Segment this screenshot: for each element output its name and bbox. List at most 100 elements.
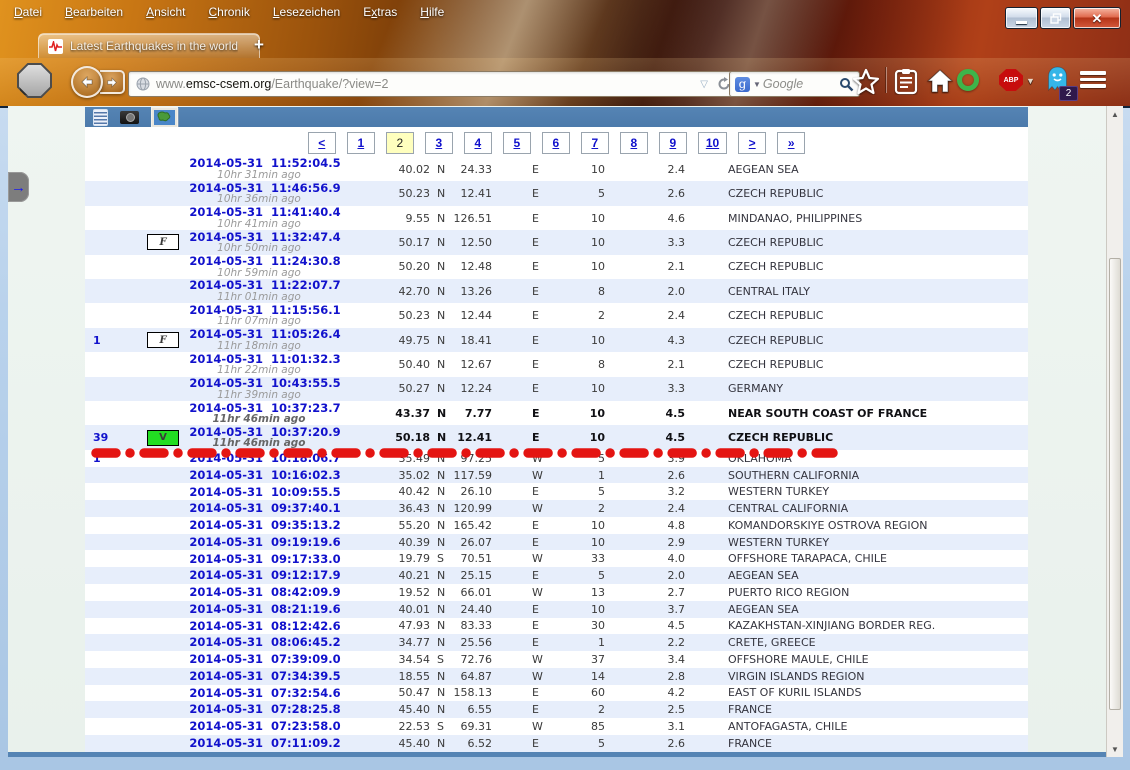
tab-latest-earthquakes[interactable]: Latest Earthquakes in the world (38, 33, 260, 58)
comments-count-link[interactable] (93, 584, 133, 601)
scrollbar-thumb[interactable] (1109, 258, 1121, 710)
menu-bearbeiten[interactable]: Bearbeiten (65, 5, 123, 19)
comments-count-link[interactable] (93, 517, 133, 534)
comments-count-link[interactable] (93, 701, 133, 718)
comments-count-link[interactable] (93, 230, 133, 254)
adblock-plus-icon[interactable]: ABP (999, 69, 1023, 91)
page-last[interactable]: » (777, 132, 805, 154)
abp-dropdown-icon[interactable]: ▼ (1026, 76, 1035, 86)
page-2[interactable]: 2 (386, 132, 414, 154)
comments-count-link[interactable] (93, 534, 133, 551)
event-datetime-link[interactable]: 2014-05-31 09:19:19.6 (180, 534, 350, 551)
menu-hilfe[interactable]: Hilfe (420, 5, 444, 19)
new-tab-button[interactable]: + (254, 35, 264, 55)
scroll-up-icon[interactable]: ▲ (1107, 106, 1123, 122)
event-datetime-link[interactable]: 2014-05-31 11:41:40.4 10hr 41min ago (180, 206, 350, 230)
flag-badge[interactable]: F (147, 234, 179, 250)
comments-count-link[interactable]: 39 (93, 425, 133, 449)
page-next[interactable]: > (738, 132, 766, 154)
event-datetime-link[interactable]: 2014-05-31 10:09:55.5 (180, 483, 350, 500)
page-6[interactable]: 6 (542, 132, 570, 154)
clipboard-icon[interactable] (894, 68, 918, 95)
event-datetime-link[interactable]: 2014-05-31 11:32:47.4 10hr 50min ago (180, 230, 350, 254)
comments-count-link[interactable] (93, 735, 133, 752)
menu-chronik[interactable]: Chronik (208, 5, 249, 19)
event-datetime-link[interactable]: 2014-05-31 11:24:30.8 10hr 59min ago (180, 255, 350, 279)
menu-lesezeichen[interactable]: Lesezeichen (273, 5, 340, 19)
event-datetime-link[interactable]: 2014-05-31 09:37:40.1 (180, 500, 350, 517)
event-datetime-link[interactable]: 2014-05-31 07:28:25.8 (180, 701, 350, 718)
comments-count-link[interactable] (93, 567, 133, 584)
page-5[interactable]: 5 (503, 132, 531, 154)
star-icon[interactable] (852, 68, 880, 95)
event-datetime-link[interactable]: 2014-05-31 11:05:26.4 11hr 18min ago (180, 328, 350, 352)
flag-badge[interactable]: F (147, 332, 179, 348)
comments-count-link[interactable] (93, 634, 133, 651)
comments-count-link[interactable] (93, 255, 133, 279)
event-datetime-link[interactable]: 2014-05-31 11:22:07.7 11hr 01min ago (180, 279, 350, 303)
minimize-button[interactable] (1005, 7, 1038, 29)
search-box[interactable]: g ▼ Google (729, 71, 860, 97)
comments-count-link[interactable] (93, 157, 133, 181)
comments-count-link[interactable] (93, 618, 133, 635)
comments-count-link[interactable] (93, 500, 133, 517)
event-datetime-link[interactable]: 2014-05-31 07:32:54.6 (180, 685, 350, 702)
event-datetime-link[interactable]: 2014-05-31 08:42:09.9 (180, 584, 350, 601)
comments-count-link[interactable] (93, 550, 133, 567)
page-4[interactable]: 4 (464, 132, 492, 154)
restore-button[interactable] (1040, 7, 1071, 29)
scroll-down-icon[interactable]: ▼ (1107, 741, 1123, 757)
comments-count-link[interactable] (93, 279, 133, 303)
comments-count-link[interactable] (93, 718, 133, 735)
comments-count-link[interactable] (93, 206, 133, 230)
comments-count-link[interactable] (93, 401, 133, 425)
search-input[interactable]: Google (763, 77, 839, 91)
page-10[interactable]: 10 (698, 132, 727, 154)
close-button[interactable]: ✕ (1073, 7, 1121, 29)
event-datetime-link[interactable]: 2014-05-31 10:37:20.9 11hr 46min ago (180, 425, 350, 449)
event-datetime-link[interactable]: 2014-05-31 09:35:13.2 (180, 517, 350, 534)
event-datetime-link[interactable]: 2014-05-31 11:01:32.3 11hr 22min ago (180, 352, 350, 376)
event-datetime-link[interactable]: 2014-05-31 07:39:09.0 (180, 651, 350, 668)
page-7[interactable]: 7 (581, 132, 609, 154)
event-datetime-link[interactable]: 2014-05-31 11:15:56.1 11hr 07min ago (180, 303, 350, 327)
url-dropdown-icon[interactable]: ▽ (700, 79, 708, 90)
page-8[interactable]: 8 (620, 132, 648, 154)
event-datetime-link[interactable]: 2014-05-31 07:34:39.5 (180, 668, 350, 685)
back-button[interactable] (71, 66, 103, 98)
search-engine-dropdown-icon[interactable]: ▼ (753, 80, 761, 89)
event-datetime-link[interactable]: 2014-05-31 07:11:09.2 (180, 735, 350, 752)
event-datetime-link[interactable]: 2014-05-31 11:46:56.9 10hr 36min ago (180, 181, 350, 205)
comments-count-link[interactable] (93, 303, 133, 327)
url-bar[interactable]: www.emsc-csem.org/Earthquake/?view=2 ▽ (128, 71, 739, 97)
event-datetime-link[interactable]: 2014-05-31 10:16:02.3 (180, 467, 350, 484)
event-datetime-link[interactable]: 2014-05-31 08:21:19.6 (180, 601, 350, 618)
menu-ansicht[interactable]: Ansicht (146, 5, 185, 19)
comments-count-link[interactable] (93, 685, 133, 702)
list-view-icon[interactable] (93, 109, 108, 126)
comments-count-link[interactable] (93, 601, 133, 618)
comments-count-link[interactable] (93, 651, 133, 668)
comments-count-link[interactable] (93, 377, 133, 401)
photo-view-icon[interactable] (120, 111, 139, 124)
event-datetime-link[interactable]: 2014-05-31 10:37:23.7 11hr 46min ago (180, 401, 350, 425)
event-datetime-link[interactable]: 2014-05-31 11:52:04.5 10hr 31min ago (180, 157, 350, 181)
comments-count-link[interactable] (93, 668, 133, 685)
vertical-scrollbar[interactable]: ▲ ▼ (1106, 106, 1123, 757)
home-icon[interactable] (926, 68, 954, 94)
stop-octagon-icon[interactable] (17, 63, 52, 98)
page-9[interactable]: 9 (659, 132, 687, 154)
page-1[interactable]: 1 (347, 132, 375, 154)
comments-count-link[interactable] (93, 352, 133, 376)
menu-icon[interactable] (1080, 71, 1106, 88)
event-datetime-link[interactable]: 2014-05-31 09:17:33.0 (180, 550, 350, 567)
menu-extras[interactable]: Extras (363, 5, 397, 19)
forward-button[interactable] (100, 70, 125, 94)
comments-count-link[interactable] (93, 181, 133, 205)
flag-badge[interactable]: V (147, 430, 179, 446)
comments-count-link[interactable] (93, 467, 133, 484)
event-datetime-link[interactable]: 2014-05-31 08:06:45.2 (180, 634, 350, 651)
map-view-icon[interactable] (151, 107, 178, 128)
page-prev[interactable]: < (308, 132, 336, 154)
event-datetime-link[interactable]: 2014-05-31 07:23:58.0 (180, 718, 350, 735)
